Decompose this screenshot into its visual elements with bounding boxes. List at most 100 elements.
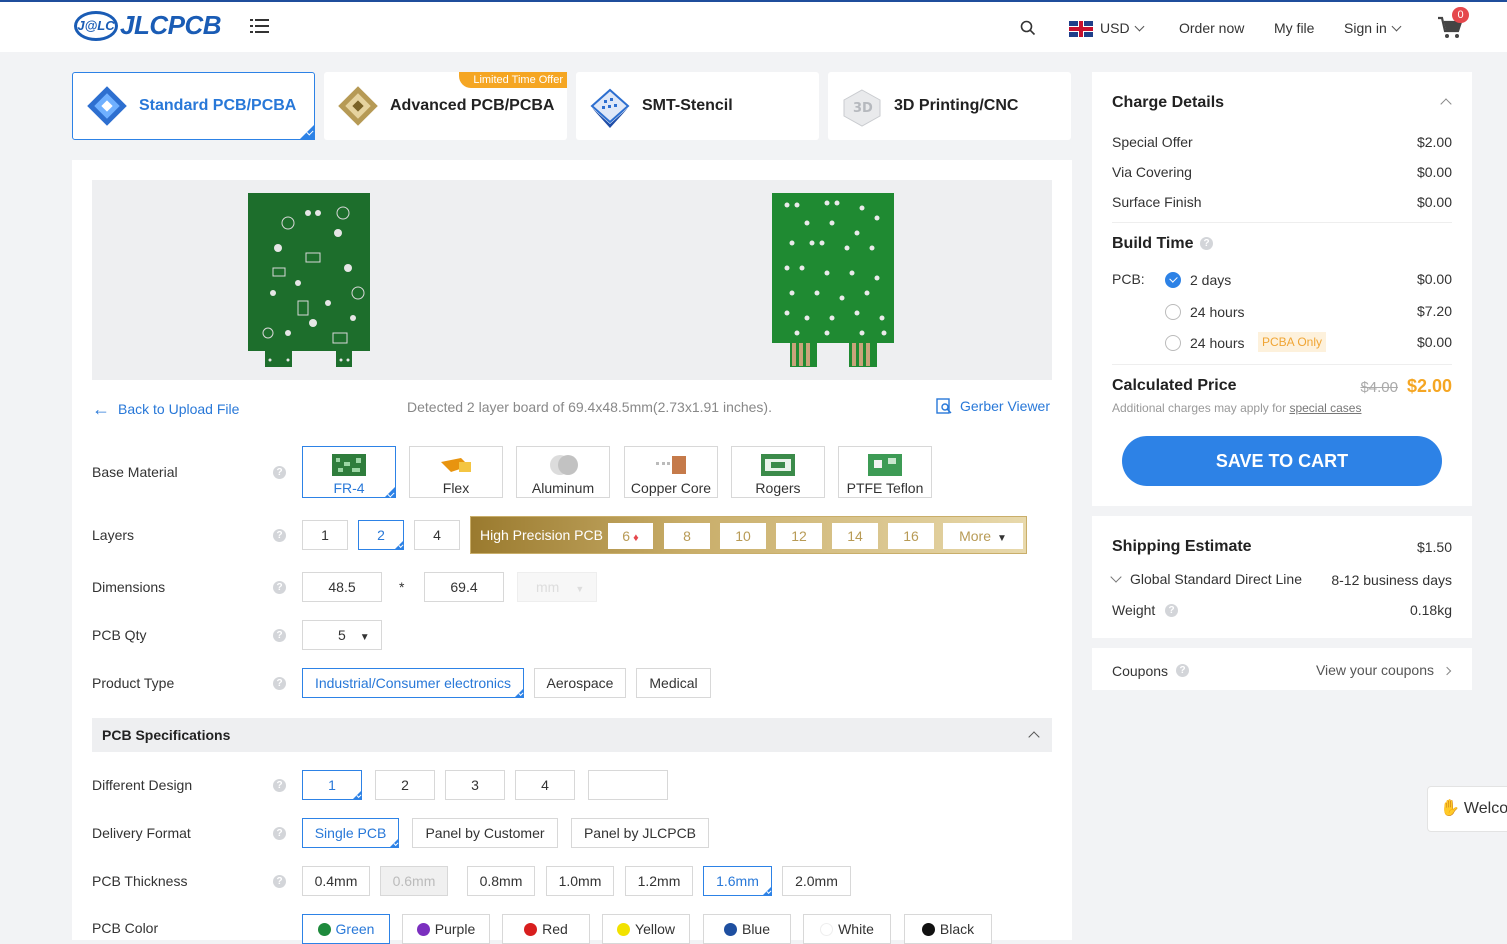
copper-core-icon bbox=[656, 456, 686, 474]
build-time-title: Build Time bbox=[1112, 235, 1194, 252]
charge-details-title: Charge Details bbox=[1112, 94, 1225, 111]
layers-option-12[interactable]: 12 bbox=[776, 523, 822, 549]
build-24-hours-pcba-radio[interactable] bbox=[1165, 335, 1181, 351]
tab-standard-pcb[interactable]: Standard PCB/PCBA bbox=[72, 72, 315, 140]
back-to-upload-link[interactable]: ← Back to Upload File bbox=[92, 398, 239, 419]
help-icon[interactable]: ? bbox=[273, 466, 286, 479]
design-option-4[interactable]: 4 bbox=[515, 770, 575, 800]
jlcpcb-logo[interactable]: J@LC JLCPCB bbox=[74, 10, 222, 41]
qty-select[interactable]: 5 ▼ bbox=[302, 620, 382, 650]
color-option-blue[interactable]: Blue bbox=[703, 914, 791, 944]
layers-option-16[interactable]: 16 bbox=[888, 523, 934, 549]
layers-option-10[interactable]: 10 bbox=[720, 523, 766, 549]
layers-option-14[interactable]: 14 bbox=[832, 523, 878, 549]
product-type-medical[interactable]: Medical bbox=[636, 668, 711, 698]
help-icon[interactable]: ? bbox=[1165, 604, 1178, 617]
help-icon[interactable]: ? bbox=[273, 677, 286, 690]
help-icon[interactable]: ? bbox=[273, 827, 286, 840]
shipping-method: Global Standard Direct Line bbox=[1130, 571, 1302, 587]
color-option-white[interactable]: White bbox=[803, 914, 891, 944]
option-label: 1 bbox=[328, 777, 336, 793]
layers-option-1[interactable]: 1 bbox=[302, 520, 348, 550]
layers-option-8[interactable]: 8 bbox=[664, 523, 710, 549]
design-option-2[interactable]: 2 bbox=[375, 770, 435, 800]
delivery-single-pcb[interactable]: Single PCB bbox=[302, 818, 399, 848]
help-icon[interactable]: ? bbox=[273, 581, 286, 594]
design-option-1[interactable]: 1 bbox=[302, 770, 362, 800]
design-option-3[interactable]: 3 bbox=[445, 770, 505, 800]
color-option-green[interactable]: Green bbox=[302, 914, 390, 944]
layers-option-6[interactable]: 6 ♦ bbox=[608, 523, 653, 549]
color-option-purple[interactable]: Purple bbox=[402, 914, 490, 944]
help-icon[interactable]: ? bbox=[273, 779, 286, 792]
color-option-black[interactable]: Black bbox=[904, 914, 992, 944]
option-label: Single PCB bbox=[314, 825, 387, 841]
layers-option-4[interactable]: 4 bbox=[414, 520, 460, 550]
more-layers-dropdown[interactable]: More ▼ bbox=[943, 523, 1023, 549]
sign-in-menu[interactable]: Sign in bbox=[1344, 20, 1402, 36]
material-option-fr4[interactable]: FR-4 bbox=[302, 446, 396, 498]
thickness-0-4[interactable]: 0.4mm bbox=[302, 866, 370, 896]
logo-text: JLCPCB bbox=[120, 10, 222, 40]
material-label: FR-4 bbox=[333, 480, 365, 496]
material-option-copper-core[interactable]: Copper Core bbox=[624, 446, 718, 498]
thickness-2-0[interactable]: 2.0mm bbox=[782, 866, 851, 896]
help-icon[interactable]: ? bbox=[273, 875, 286, 888]
save-to-cart-button[interactable]: SAVE TO CART bbox=[1122, 436, 1442, 486]
pcb-bottom-view bbox=[772, 193, 894, 367]
tab-3d-printing[interactable]: 3D 3D Printing/CNC bbox=[828, 72, 1071, 140]
build-24-hours-radio[interactable] bbox=[1165, 304, 1181, 320]
option-label: White bbox=[838, 921, 874, 937]
help-icon[interactable]: ? bbox=[1176, 664, 1189, 677]
currency-selector[interactable]: USD bbox=[1100, 20, 1145, 36]
search-icon[interactable] bbox=[1020, 20, 1036, 36]
chat-welcome-widget[interactable]: ✋Welcome bbox=[1427, 786, 1507, 832]
product-type-industrial[interactable]: Industrial/Consumer electronics bbox=[302, 668, 524, 698]
material-option-rogers[interactable]: Rogers bbox=[731, 446, 825, 498]
delivery-panel-by-jlcpcb[interactable]: Panel by JLCPCB bbox=[571, 818, 709, 848]
shipping-method-selector[interactable]: Global Standard Direct Line bbox=[1110, 571, 1302, 587]
section-title: PCB Specifications bbox=[102, 727, 231, 743]
unit-select[interactable]: mm ▼ bbox=[517, 572, 597, 602]
tab-label: Advanced PCB/PCBA bbox=[390, 97, 555, 114]
delivery-panel-by-customer[interactable]: Panel by Customer bbox=[412, 818, 558, 848]
thickness-1-2[interactable]: 1.2mm bbox=[625, 866, 693, 896]
caret-down-icon: ▼ bbox=[997, 533, 1007, 544]
color-option-red[interactable]: Red bbox=[502, 914, 590, 944]
material-option-ptfe-teflon[interactable]: PTFE Teflon bbox=[838, 446, 932, 498]
color-option-yellow[interactable]: Yellow bbox=[602, 914, 690, 944]
thickness-0-8[interactable]: 0.8mm bbox=[467, 866, 535, 896]
height-input[interactable]: 69.4 bbox=[424, 572, 504, 602]
chevron-up-icon[interactable] bbox=[1440, 98, 1452, 110]
tab-smt-stencil[interactable]: SMT-Stencil bbox=[576, 72, 819, 140]
fire-icon: ♦ bbox=[633, 532, 639, 544]
order-now-link[interactable]: Order now bbox=[1179, 20, 1244, 36]
charge-label: Via Covering bbox=[1112, 164, 1192, 180]
design-custom-input[interactable] bbox=[588, 770, 668, 800]
product-type-aerospace[interactable]: Aerospace bbox=[534, 668, 626, 698]
material-option-aluminum[interactable]: Aluminum bbox=[516, 446, 610, 498]
thickness-1-6[interactable]: 1.6mm bbox=[703, 866, 772, 896]
help-icon[interactable]: ? bbox=[1200, 237, 1213, 250]
tab-advanced-pcb[interactable]: Advanced PCB/PCBA Limited Time Offer bbox=[324, 72, 567, 140]
gerber-viewer-link[interactable]: Gerber Viewer bbox=[936, 398, 1050, 414]
flex-icon bbox=[441, 458, 471, 472]
width-input[interactable]: 48.5 bbox=[302, 572, 382, 602]
layers-option-2[interactable]: 2 bbox=[358, 520, 404, 550]
my-file-link[interactable]: My file bbox=[1274, 20, 1314, 36]
chat-label: Welcome bbox=[1463, 800, 1507, 817]
thickness-1-0[interactable]: 1.0mm bbox=[546, 866, 614, 896]
help-icon[interactable]: ? bbox=[273, 629, 286, 642]
uk-flag-icon[interactable] bbox=[1069, 21, 1093, 37]
special-cases-link[interactable]: special cases bbox=[1289, 401, 1361, 415]
gerber-viewer-icon bbox=[936, 398, 952, 414]
build-2-days-radio[interactable] bbox=[1165, 272, 1181, 288]
arrow-left-icon: ← bbox=[92, 399, 110, 419]
standard-pcb-icon bbox=[87, 86, 127, 126]
view-coupons-link[interactable]: View your coupons bbox=[1316, 662, 1452, 678]
menu-icon[interactable] bbox=[250, 19, 269, 33]
help-icon[interactable]: ? bbox=[273, 529, 286, 542]
material-option-flex[interactable]: Flex bbox=[409, 446, 503, 498]
shipping-title: Shipping Estimate bbox=[1112, 538, 1252, 555]
pcb-specifications-header[interactable]: PCB Specifications bbox=[92, 718, 1052, 752]
